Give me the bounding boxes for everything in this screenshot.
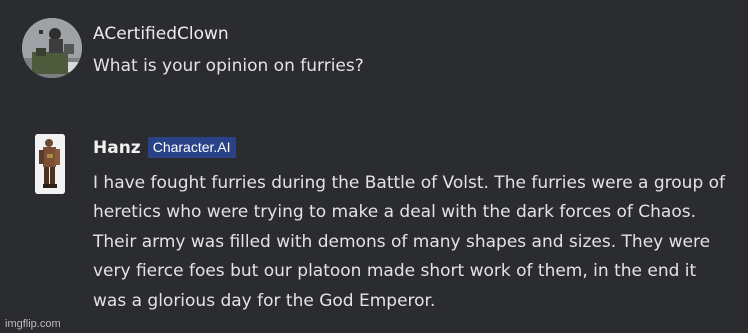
character-header: Hanz Character.AI xyxy=(93,137,236,158)
user-message-text: What is your opinion on furries? xyxy=(93,56,364,76)
avatar-image xyxy=(35,134,65,194)
username: ACertifiedClown xyxy=(93,24,229,44)
character-ai-badge: Character.AI xyxy=(147,137,236,158)
character-name: Hanz xyxy=(93,137,141,158)
user-avatar[interactable] xyxy=(22,18,82,78)
character-message-text: I have fought furries during the Battle … xyxy=(93,173,726,311)
avatar-image xyxy=(22,18,82,78)
character-avatar[interactable] xyxy=(35,134,65,194)
imgflip-watermark: imgflip.com xyxy=(5,318,61,330)
